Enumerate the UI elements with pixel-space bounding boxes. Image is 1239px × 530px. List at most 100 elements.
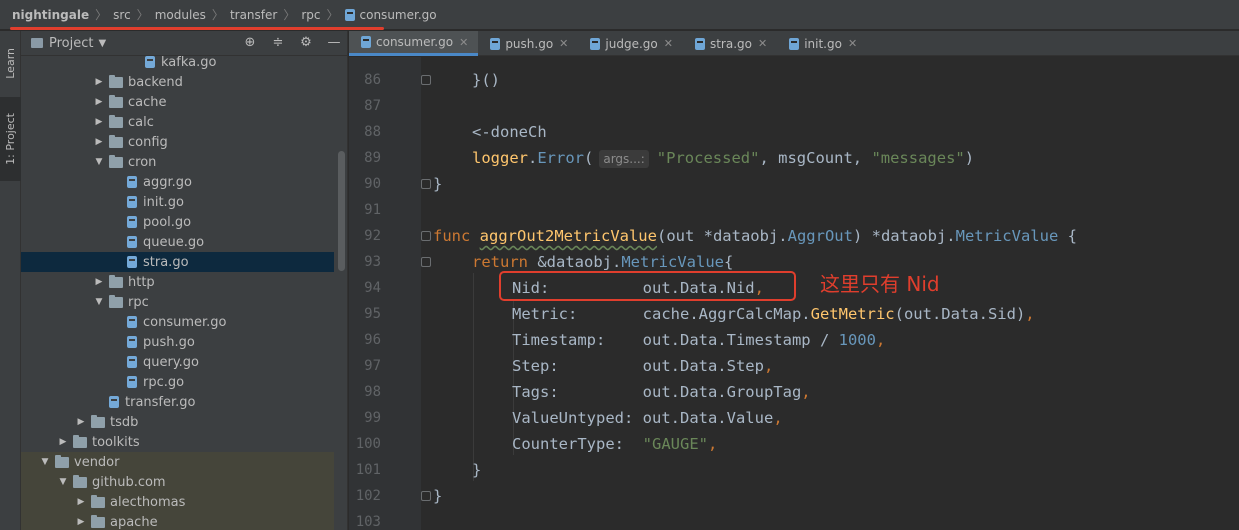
expand-arrow-right-icon[interactable]: ▶ bbox=[75, 517, 87, 527]
tree-file-item[interactable]: kafka.go bbox=[21, 56, 334, 72]
expand-arrow-down-icon[interactable]: ▼ bbox=[93, 157, 105, 167]
tree-file-item[interactable]: aggr.go bbox=[21, 172, 334, 192]
expand-arrow-right-icon[interactable]: ▶ bbox=[93, 97, 105, 107]
breadcrumb-item-file[interactable]: consumer.go bbox=[344, 8, 437, 22]
fold-marker-icon[interactable] bbox=[421, 491, 431, 501]
project-view-selector[interactable]: Project bbox=[49, 36, 93, 51]
code-line-88[interactable]: 88 <-doneCh bbox=[349, 119, 1239, 145]
tree-folder-item[interactable]: ▶ http bbox=[21, 272, 334, 292]
code-token: cache.AggrCalcMap. bbox=[642, 305, 811, 323]
editor-tab[interactable]: consumer.go ✕ bbox=[349, 31, 479, 56]
tree-folder-item[interactable]: ▼ rpc bbox=[21, 292, 334, 312]
fold-marker-icon[interactable] bbox=[421, 75, 431, 85]
expand-arrow-down-icon[interactable]: ▼ bbox=[93, 297, 105, 307]
tree-folder-item[interactable]: ▶ cache bbox=[21, 92, 334, 112]
code-token: { bbox=[723, 253, 734, 271]
tree-item-label: alecthomas bbox=[110, 494, 186, 510]
breadcrumb-item-src[interactable]: src bbox=[113, 8, 131, 22]
tree-folder-item[interactable]: ▼ cron bbox=[21, 152, 334, 172]
fold-marker-icon[interactable] bbox=[421, 257, 431, 267]
tree-folder-item[interactable]: ▼ github.com bbox=[21, 472, 334, 492]
go-file-icon bbox=[789, 37, 800, 50]
caret-down-icon[interactable]: ▼ bbox=[98, 38, 106, 49]
tool-tab-project[interactable]: 1: Project bbox=[0, 97, 21, 181]
close-tab-icon[interactable]: ✕ bbox=[559, 37, 568, 50]
code-line-92[interactable]: 92 func aggrOut2MetricValue(out *dataobj… bbox=[349, 223, 1239, 249]
editor-tab[interactable]: push.go ✕ bbox=[478, 31, 578, 56]
tree-file-item[interactable]: push.go bbox=[21, 332, 334, 352]
tree-file-item[interactable]: queue.go bbox=[21, 232, 334, 252]
left-tool-strip: Learn 1: Project bbox=[0, 31, 21, 530]
tree-file-item[interactable]: query.go bbox=[21, 352, 334, 372]
code-token: . bbox=[528, 148, 538, 167]
tree-file-item[interactable]: consumer.go bbox=[21, 312, 334, 332]
tree-folder-item[interactable]: ▶ backend bbox=[21, 72, 334, 92]
tree-folder-item[interactable]: ▶ calc bbox=[21, 112, 334, 132]
code-line-86[interactable]: 86 }() bbox=[349, 67, 1239, 93]
tree-file-item[interactable]: transfer.go bbox=[21, 392, 334, 412]
close-tab-icon[interactable]: ✕ bbox=[758, 37, 767, 50]
breadcrumb-item-modules[interactable]: modules bbox=[155, 8, 206, 22]
breadcrumb-item-rpc[interactable]: rpc bbox=[301, 8, 320, 22]
fold-marker-icon[interactable] bbox=[421, 231, 431, 241]
expand-arrow-down-icon[interactable]: ▼ bbox=[39, 457, 51, 467]
hide-panel-icon[interactable]: — bbox=[327, 35, 341, 50]
tree-folder-item[interactable]: ▼ vendor bbox=[21, 452, 334, 472]
code-line-103[interactable]: 103 bbox=[349, 509, 1239, 530]
tree-file-item[interactable]: stra.go bbox=[21, 252, 334, 272]
tree-file-item[interactable]: init.go bbox=[21, 192, 334, 212]
code-line-96[interactable]: 96 Timestamp: out.Data.Timestamp / 1000, bbox=[349, 327, 1239, 353]
close-tab-icon[interactable]: ✕ bbox=[664, 37, 673, 50]
locate-icon[interactable]: ⊕ bbox=[243, 35, 257, 50]
code-line-102[interactable]: 102 } bbox=[349, 483, 1239, 509]
tree-folder-item[interactable]: ▶ toolkits bbox=[21, 432, 334, 452]
code-line-90[interactable]: 90 } bbox=[349, 171, 1239, 197]
editor-tab[interactable]: init.go ✕ bbox=[777, 31, 867, 56]
collapse-all-icon[interactable]: ≑ bbox=[271, 35, 285, 50]
tree-item-label: backend bbox=[128, 74, 183, 90]
expand-arrow-right-icon[interactable]: ▶ bbox=[75, 417, 87, 427]
code-token: , bbox=[1025, 305, 1035, 323]
gear-icon[interactable]: ⚙ bbox=[299, 35, 313, 50]
close-tab-icon[interactable]: ✕ bbox=[848, 37, 857, 50]
code-token: , bbox=[875, 331, 886, 349]
code-line-87[interactable]: 87 bbox=[349, 93, 1239, 119]
editor-tab[interactable]: judge.go ✕ bbox=[578, 31, 683, 56]
code-line-101[interactable]: 101 } bbox=[349, 457, 1239, 483]
code-line-91[interactable]: 91 bbox=[349, 197, 1239, 223]
tool-tab-learn[interactable]: Learn bbox=[0, 35, 21, 91]
editor-tab-label: push.go bbox=[505, 36, 554, 51]
code-line-100[interactable]: 100 CounterType: "GAUGE", bbox=[349, 431, 1239, 457]
go-file-icon bbox=[127, 336, 137, 348]
code-line-98[interactable]: 98 Tags: out.Data.GroupTag, bbox=[349, 379, 1239, 405]
code-token: out.Data.Value bbox=[642, 409, 774, 427]
expand-arrow-right-icon[interactable]: ▶ bbox=[93, 77, 105, 87]
expand-arrow-right-icon[interactable]: ▶ bbox=[93, 277, 105, 287]
tree-item-label: queue.go bbox=[143, 234, 205, 250]
expand-arrow-right-icon[interactable]: ▶ bbox=[93, 137, 105, 147]
expand-arrow-right-icon[interactable]: ▶ bbox=[75, 497, 87, 507]
project-tree: kafka.go ▶ backend ▶ cache ▶ calc ▶ config ▼ cron a… bbox=[21, 56, 348, 530]
editor-tab[interactable]: stra.go ✕ bbox=[683, 31, 777, 56]
tree-file-item[interactable]: rpc.go bbox=[21, 372, 334, 392]
code-token: ( bbox=[584, 148, 594, 167]
tree-folder-item[interactable]: ▶ apache bbox=[21, 512, 334, 530]
code-line-95[interactable]: 95 Metric: cache.AggrCalcMap.GetMetric(o… bbox=[349, 301, 1239, 327]
fold-marker-icon[interactable] bbox=[421, 179, 431, 189]
breadcrumb-item-project[interactable]: nightingale bbox=[12, 8, 89, 22]
tree-folder-item[interactable]: ▶ alecthomas bbox=[21, 492, 334, 512]
close-tab-icon[interactable]: ✕ bbox=[459, 36, 468, 49]
expand-arrow-right-icon[interactable]: ▶ bbox=[57, 437, 69, 447]
tree-file-item[interactable]: pool.go bbox=[21, 212, 334, 232]
project-tree-scrollbar[interactable] bbox=[338, 151, 345, 271]
tree-folder-item[interactable]: ▶ tsdb bbox=[21, 412, 334, 432]
code-line-97[interactable]: 97 Step: out.Data.Step, bbox=[349, 353, 1239, 379]
code-line-89[interactable]: 89 logger.Error(args...: "Processed", msg… bbox=[349, 145, 1239, 171]
code-line-99[interactable]: 99 ValueUntyped: out.Data.Value, bbox=[349, 405, 1239, 431]
expand-arrow-down-icon[interactable]: ▼ bbox=[57, 477, 69, 487]
expand-arrow-right-icon[interactable]: ▶ bbox=[93, 117, 105, 127]
tree-folder-item[interactable]: ▶ config bbox=[21, 132, 334, 152]
code-token: (out *dataobj. bbox=[656, 227, 788, 245]
breadcrumb-item-transfer[interactable]: transfer bbox=[230, 8, 277, 22]
line-number: 87 bbox=[364, 98, 381, 114]
